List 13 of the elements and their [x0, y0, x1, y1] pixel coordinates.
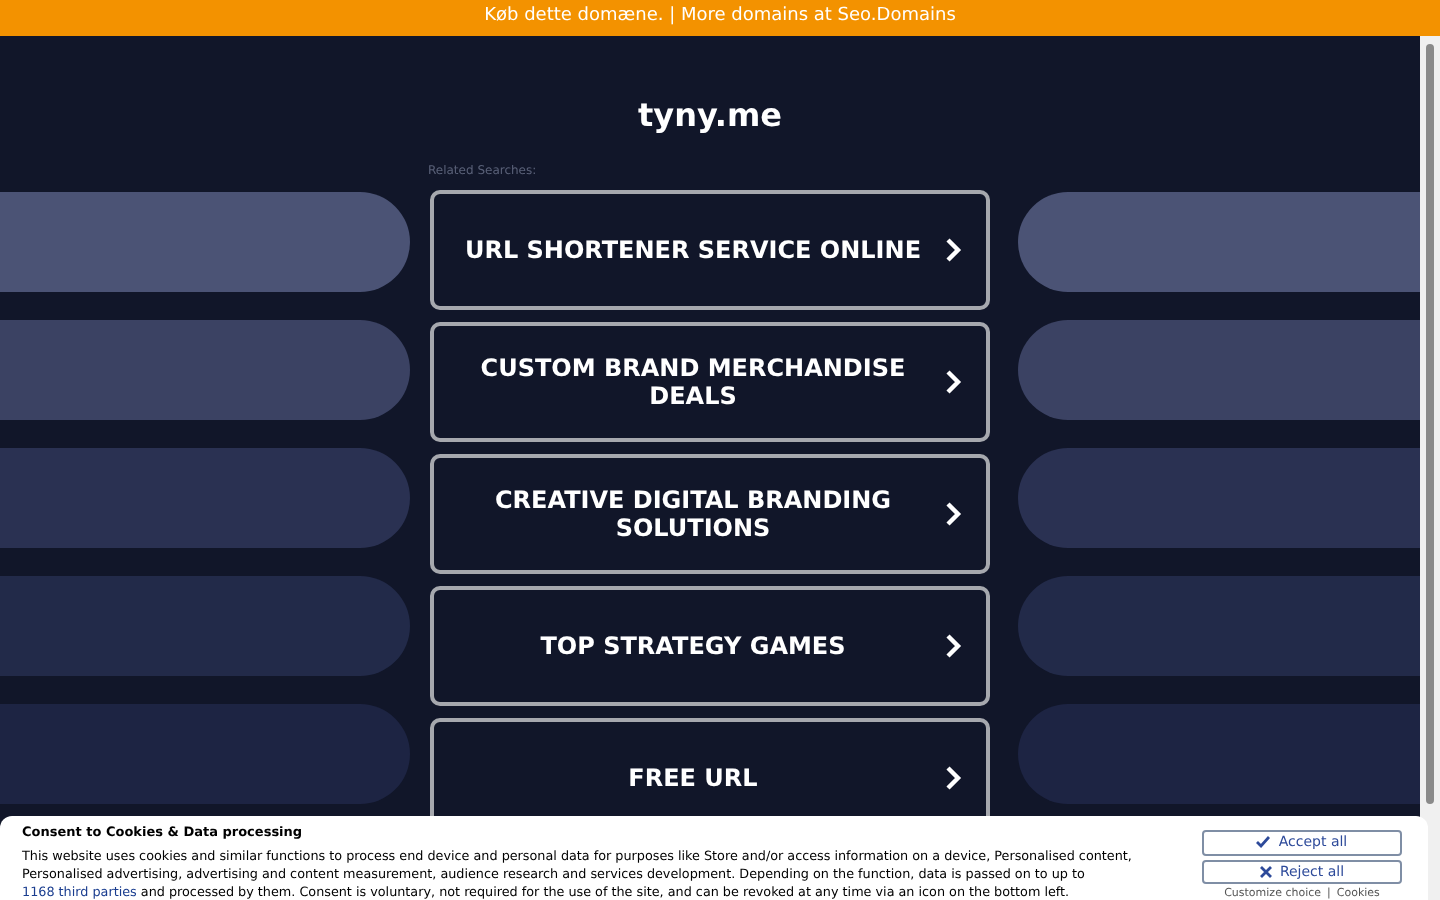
search-link-button[interactable]: CUSTOM BRAND MERCHANDISE DEALS — [430, 322, 990, 442]
search-link-button[interactable]: URL SHORTENER SERVICE ONLINE — [430, 190, 990, 310]
chevron-right-icon — [944, 236, 962, 264]
scrollbar[interactable] — [1420, 36, 1440, 900]
search-link-button[interactable]: CREATIVE DIGITAL BRANDING SOLUTIONS — [430, 454, 990, 574]
chevron-right-icon — [944, 368, 962, 396]
close-icon — [1259, 865, 1272, 878]
chevron-right-icon — [944, 632, 962, 660]
site-title: tyny.me — [637, 94, 783, 138]
check-icon — [1256, 836, 1271, 849]
chevron-right-icon — [944, 500, 962, 528]
search-link-button[interactable]: TOP STRATEGY GAMES — [430, 586, 990, 706]
chevron-right-icon — [944, 764, 962, 792]
